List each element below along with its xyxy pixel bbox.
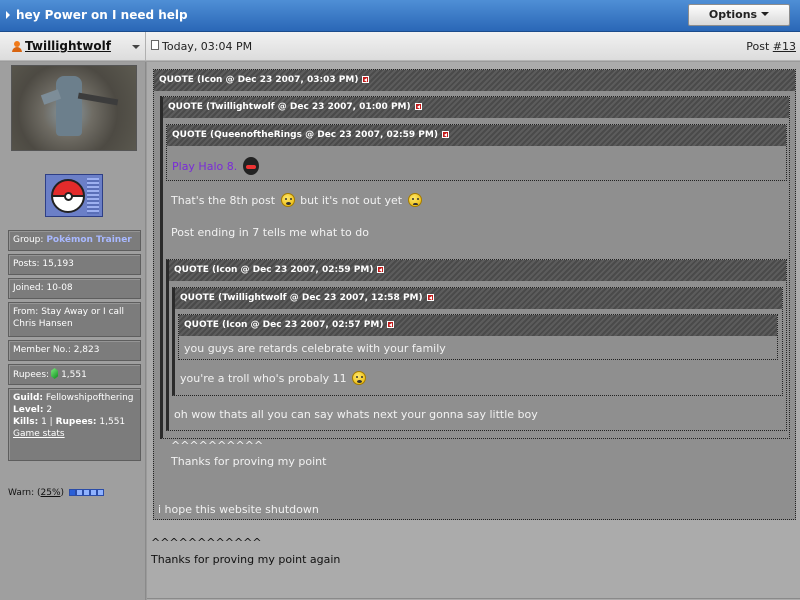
topic-title: hey Power on I need help	[16, 8, 188, 22]
guild-box: Guild: Fellowshipofthering Level: 2 Kill…	[8, 388, 141, 461]
quote-3-text: Play Halo 8.	[172, 160, 238, 173]
quote-5-text: you're a troll who's probaly 11	[180, 372, 347, 385]
post-number-label: Post	[746, 40, 770, 53]
quote-1-text: i hope this website shutdown	[158, 503, 319, 516]
surprised-emoticon-icon	[352, 371, 367, 385]
quote-2-text-a: That's the 8th post	[171, 194, 276, 207]
post-timestamp: Today, 03:04 PM	[162, 40, 253, 53]
guild-label: Guild:	[13, 393, 44, 403]
member-number: Member No.: 2,823	[13, 345, 100, 355]
avatar	[11, 65, 137, 151]
topic-titlebar: hey Power on I need help Options	[0, 0, 800, 32]
quote-2-carets: ^^^^^^^^^^	[171, 439, 264, 452]
rupees-label: Rupees:	[13, 370, 50, 380]
quote-2-text-b: but it's not out yet	[300, 194, 403, 207]
location-text: From: Stay Away or I call Chris Hansen	[13, 307, 125, 329]
posts-count: Posts: 15,193	[13, 259, 74, 269]
chevron-down-icon	[761, 12, 770, 16]
quote-header-1: QUOTE (Icon @ Dec 23 2007, 03:03 PM)	[154, 70, 795, 91]
kills-label: Kills:	[13, 417, 39, 427]
post-document-icon	[151, 40, 159, 50]
view-post-arrow-icon[interactable]	[414, 103, 422, 110]
joined-date: Joined: 10-08	[13, 283, 73, 293]
warn-box-icon	[89, 489, 97, 496]
quote-header-5: QUOTE (Twillightwolf @ Dec 23 2007, 12:5…	[175, 288, 782, 309]
quote-block-2: QUOTE (Twillightwolf @ Dec 23 2007, 01:0…	[160, 96, 790, 468]
quote-1-title: QUOTE (Icon @ Dec 23 2007, 03:03 PM)	[159, 75, 359, 85]
quote-header-4: QUOTE (Icon @ Dec 23 2007, 02:59 PM)	[169, 260, 786, 281]
quote-block-4: QUOTE (Icon @ Dec 23 2007, 02:59 PM) QUO…	[166, 259, 787, 431]
quote-block-1: QUOTE (Icon @ Dec 23 2007, 03:03 PM) QUO…	[153, 69, 796, 520]
warn-box-icon	[96, 489, 104, 496]
post-number-link[interactable]: #13	[773, 40, 796, 53]
quote-2-title: QUOTE (Twillightwolf @ Dec 23 2007, 01:0…	[168, 102, 411, 112]
warn-level: Warn: (25%)	[8, 488, 104, 499]
group-box: Group: Pokémon Trainer	[8, 230, 141, 251]
quote-3-title: QUOTE (QueenoftheRings @ Dec 23 2007, 02…	[172, 130, 438, 140]
pokeball-badge-icon	[45, 174, 103, 217]
warn-meter	[68, 489, 104, 499]
view-post-arrow-icon[interactable]	[426, 294, 434, 301]
member-no-box: Member No.: 2,823	[8, 340, 141, 361]
author-username-link[interactable]: Twillightwolf	[25, 39, 111, 53]
user-menu-chevron-icon[interactable]	[132, 45, 140, 49]
surprised-emoticon-icon	[280, 193, 295, 207]
author-sidebar: Group: Pokémon Trainer Posts: 15,193 Joi…	[0, 62, 146, 600]
warn-box-icon	[82, 489, 90, 496]
posts-box: Posts: 15,193	[8, 254, 141, 275]
quote-block-6: QUOTE (Icon @ Dec 23 2007, 02:57 PM) you…	[178, 314, 778, 360]
post-header: Twillightwolf Today, 03:04 PM Post #13	[0, 32, 800, 61]
quote-header-2: QUOTE (Twillightwolf @ Dec 23 2007, 01:0…	[163, 97, 789, 118]
quote-2-reply-text: Thanks for proving my point	[171, 455, 327, 468]
quote-block-3: QUOTE (QueenoftheRings @ Dec 23 2007, 02…	[166, 124, 787, 181]
options-button[interactable]: Options	[688, 4, 790, 26]
group-label: Group:	[13, 235, 44, 245]
location-box: From: Stay Away or I call Chris Hansen	[8, 302, 141, 337]
view-post-arrow-icon[interactable]	[362, 76, 370, 83]
quote-header-3: QUOTE (QueenoftheRings @ Dec 23 2007, 02…	[167, 125, 786, 146]
options-label: Options	[708, 8, 758, 21]
game-stats-link[interactable]: Game stats	[13, 429, 65, 439]
quote-6-text: you guys are retards celebrate with your…	[184, 342, 446, 355]
warn-label: Warn: (	[8, 488, 41, 498]
warn-box-icon	[75, 489, 83, 496]
post-content: QUOTE (Icon @ Dec 23 2007, 03:03 PM) QUO…	[147, 62, 800, 600]
quote-5-body: you're a troll who's probaly 11	[180, 371, 368, 385]
view-post-arrow-icon[interactable]	[441, 131, 449, 138]
quote-4-title: QUOTE (Icon @ Dec 23 2007, 02:59 PM)	[174, 265, 374, 275]
warn-box-icon	[68, 489, 76, 496]
quote-block-5: QUOTE (Twillightwolf @ Dec 23 2007, 12:5…	[172, 287, 783, 396]
guild-value: Fellowshipofthering	[45, 393, 134, 403]
quote-4-text: oh wow thats all you can say whats next …	[174, 408, 538, 421]
rupees-value: 1,551	[61, 370, 87, 380]
sad-emoticon-icon	[407, 193, 422, 207]
view-post-arrow-icon[interactable]	[387, 321, 395, 328]
quote-6-title: QUOTE (Icon @ Dec 23 2007, 02:57 PM)	[184, 320, 384, 330]
quote-2-line-2: Post ending in 7 tells me what to do	[171, 226, 369, 239]
reply-text: Thanks for proving my point again	[151, 553, 341, 566]
quote-3-body: Play Halo 8.	[172, 155, 261, 177]
rupees-box: Rupees: 1,551	[8, 364, 141, 385]
monster-emoticon-icon	[241, 155, 261, 177]
joined-box: Joined: 10-08	[8, 278, 141, 299]
kills-value: 1	[41, 417, 47, 427]
reply-carets: ^^^^^^^^^^^^	[151, 536, 262, 549]
view-post-arrow-icon[interactable]	[377, 266, 385, 273]
guild-rupees-label: Rupees:	[55, 417, 97, 427]
quote-5-title: QUOTE (Twillightwolf @ Dec 23 2007, 12:5…	[180, 293, 423, 303]
post-number: Post #13	[746, 40, 796, 53]
post-divider	[147, 598, 800, 599]
warn-percent-link[interactable]: 25%	[41, 488, 61, 498]
post-author-cell: Twillightwolf	[0, 32, 146, 61]
topic-arrow-icon	[6, 11, 10, 19]
level-value: 2	[46, 405, 53, 415]
rupee-icon	[51, 368, 59, 379]
level-label: Level:	[13, 405, 44, 415]
quote-header-6: QUOTE (Icon @ Dec 23 2007, 02:57 PM)	[179, 315, 777, 336]
group-value: Pokémon Trainer	[46, 235, 132, 245]
quote-2-line-1: That's the 8th post but it's not out yet	[171, 193, 424, 207]
warn-close: )	[60, 488, 65, 498]
guild-rupees-value: 1,551	[99, 417, 126, 427]
user-icon	[12, 41, 22, 52]
